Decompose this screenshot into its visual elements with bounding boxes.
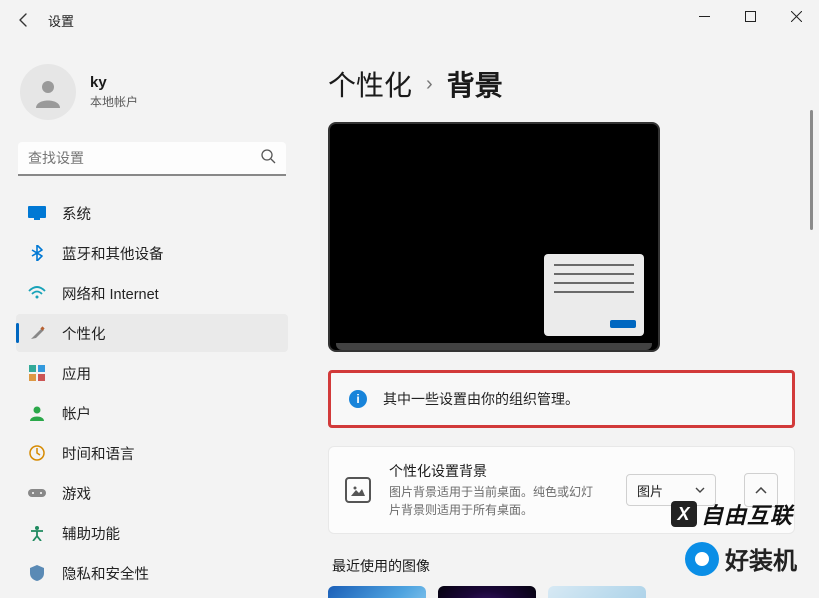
recent-image-thumb[interactable] xyxy=(328,586,426,598)
recent-image-thumb[interactable] xyxy=(548,586,646,598)
sidebar-item-privacy[interactable]: 隐私和安全性 xyxy=(16,554,288,592)
sidebar-item-network[interactable]: 网络和 Internet xyxy=(16,274,288,312)
chevron-down-icon xyxy=(695,487,705,493)
search-box xyxy=(18,142,286,176)
wifi-icon xyxy=(28,284,46,302)
apps-icon xyxy=(28,364,46,382)
setting-title: 个性化设置背景 xyxy=(389,461,608,481)
preview-taskbar xyxy=(336,343,652,350)
accessibility-icon xyxy=(28,524,46,542)
org-managed-banner: i 其中一些设置由你的组织管理。 xyxy=(328,370,795,428)
window-controls xyxy=(681,0,819,32)
sidebar-item-accessibility[interactable]: 辅助功能 xyxy=(16,514,288,552)
clock-globe-icon xyxy=(28,444,46,462)
sidebar-item-system[interactable]: 系统 xyxy=(16,194,288,232)
close-icon xyxy=(791,11,802,22)
sidebar-item-time[interactable]: 时间和语言 xyxy=(16,434,288,472)
sidebar-item-label: 帐户 xyxy=(62,403,91,424)
avatar xyxy=(20,64,76,120)
minimize-button[interactable] xyxy=(681,0,727,32)
sidebar-item-label: 时间和语言 xyxy=(62,443,135,464)
paintbrush-icon xyxy=(28,324,46,342)
user-subtitle: 本地帐户 xyxy=(90,93,138,110)
info-banner-text: 其中一些设置由你的组织管理。 xyxy=(383,389,579,409)
user-name: ky xyxy=(90,74,138,91)
picture-icon xyxy=(345,477,371,503)
sidebar-item-bluetooth[interactable]: 蓝牙和其他设备 xyxy=(16,234,288,272)
sidebar-item-accounts[interactable]: 帐户 xyxy=(16,394,288,432)
setting-subtitle: 图片背景适用于当前桌面。纯色或幻灯片背景则适用于所有桌面。 xyxy=(389,483,599,519)
sidebar-item-label: 游戏 xyxy=(62,483,91,504)
maximize-icon xyxy=(745,11,756,22)
search-input[interactable] xyxy=(18,142,286,176)
search-icon xyxy=(261,149,276,169)
dropdown-value: 图片 xyxy=(637,481,663,500)
watermark: X自由互联 xyxy=(671,498,793,530)
person-icon xyxy=(32,76,64,108)
breadcrumb-current: 背景 xyxy=(447,64,503,104)
user-profile[interactable]: ky 本地帐户 xyxy=(16,56,288,138)
desktop-preview xyxy=(328,122,660,352)
sidebar-item-gaming[interactable]: 游戏 xyxy=(16,474,288,512)
sidebar-item-label: 辅助功能 xyxy=(62,523,120,544)
minimize-icon xyxy=(699,11,710,22)
settings-window: 设置 ky 本地帐户 xyxy=(0,0,819,598)
watermark: 好装机 xyxy=(685,541,797,576)
maximize-button[interactable] xyxy=(727,0,773,32)
sidebar-item-apps[interactable]: 应用 xyxy=(16,354,288,392)
sidebar-item-label: 应用 xyxy=(62,363,91,384)
sidebar-item-label: 个性化 xyxy=(62,323,106,344)
sidebar-item-personalization[interactable]: 个性化 xyxy=(16,314,288,352)
sidebar-item-label: 系统 xyxy=(62,203,91,224)
breadcrumb: 个性化 › 背景 xyxy=(328,64,795,104)
back-button[interactable] xyxy=(8,4,40,36)
chevron-up-icon xyxy=(755,487,767,494)
sidebar-item-label: 网络和 Internet xyxy=(62,283,159,304)
chevron-right-icon: › xyxy=(426,73,433,96)
sidebar: ky 本地帐户 系统 蓝牙和其他设备 网络和 Internet xyxy=(0,40,300,598)
titlebar: 设置 xyxy=(0,0,819,40)
info-icon: i xyxy=(349,390,367,408)
preview-window xyxy=(544,254,644,336)
window-title: 设置 xyxy=(48,11,74,30)
gamepad-icon xyxy=(28,484,46,502)
arrow-left-icon xyxy=(16,12,32,28)
account-icon xyxy=(28,404,46,422)
display-icon xyxy=(28,204,46,222)
breadcrumb-parent[interactable]: 个性化 xyxy=(328,64,412,104)
sidebar-item-label: 蓝牙和其他设备 xyxy=(62,243,164,264)
scrollbar[interactable] xyxy=(810,110,813,230)
recent-image-thumb[interactable] xyxy=(438,586,536,598)
sidebar-item-label: 隐私和安全性 xyxy=(62,563,149,584)
bluetooth-icon xyxy=(28,244,46,262)
close-button[interactable] xyxy=(773,0,819,32)
shield-icon xyxy=(28,564,46,582)
